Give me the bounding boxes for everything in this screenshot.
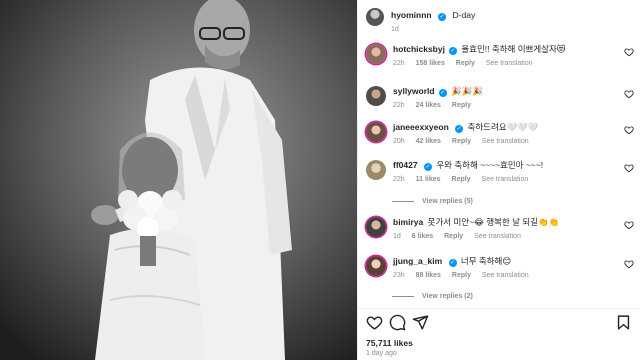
commenter-username[interactable]: syllyworld [393,86,435,96]
like-count[interactable]: 75,711 likes [366,338,413,348]
see-translation-link[interactable]: See translation [482,272,529,279]
bookmark-icon[interactable] [615,314,632,331]
commenter-avatar[interactable] [366,160,386,180]
verified-icon: ✓ [448,259,457,267]
post-date: 1 day ago [366,350,397,357]
heart-icon[interactable] [624,163,634,173]
see-translation-link[interactable]: See translation [474,233,521,240]
share-icon[interactable] [412,314,429,331]
replies-divider [392,296,414,297]
comment-time: 1d [393,233,401,240]
heart-icon[interactable] [624,89,634,99]
post-actions-bar [366,314,632,332]
reply-button[interactable]: Reply [452,138,471,145]
comment-text: 우와 축하해 ~~~~효민아 ~~~! [436,160,544,170]
commenter-username[interactable]: hotchicksbyj [393,44,445,54]
reply-button[interactable]: Reply [456,60,475,67]
view-replies-label: View replies (2) [422,293,473,300]
comment-text: 너무 축하해😊 [460,256,512,266]
heart-icon[interactable] [624,259,634,269]
heart-icon[interactable] [624,125,634,135]
comment-item: jjung_a_kim ✓ 너무 축하해😊 23h 88 likes Reply… [366,256,634,281]
post-photo[interactable] [0,0,357,360]
reply-button[interactable]: Reply [452,176,471,183]
comment-likes[interactable]: 158 likes [416,60,445,67]
comment-item: syllyworld ✓ 🎉🎉🎉 22h 24 likes Reply [366,86,634,111]
comment-text: 율효민!! 축하해 이쁘게살자😻 [461,44,566,54]
commenter-username[interactable]: jjung_a_kim [393,256,442,266]
author-username[interactable]: hyominnn [391,10,432,20]
comment-time: 22h [393,102,405,109]
commenter-avatar[interactable] [366,217,386,237]
comment-likes[interactable]: 11 likes [416,176,441,183]
comment-item: hotchicksbyj ✓ 율효민!! 축하해 이쁘게살자😻 22h 158 l… [366,44,634,69]
heart-icon[interactable] [624,47,634,57]
comment-text: 못가서 미안~😂 행복한 날 되길👏👏 [427,217,560,227]
verified-icon: ✓ [438,89,447,97]
reply-button[interactable]: Reply [444,233,463,240]
commenter-username[interactable]: bimirya [393,217,423,227]
verified-icon: ✓ [455,125,464,133]
comment-likes[interactable]: 24 likes [416,102,441,109]
comments-panel: hyominnn ✓ D-day 1d hotchicksbyj ✓ 율효민!! … [357,0,640,360]
comment-text: 🎉🎉🎉 [450,86,483,96]
commenter-avatar[interactable] [366,44,386,64]
comment-time: 22h [393,60,405,67]
commenter-avatar[interactable] [366,256,386,276]
comment-likes[interactable]: 6 likes [412,233,433,240]
heart-icon[interactable] [624,220,634,230]
comment-time: 22h [393,176,405,183]
comment-text: 축하드려요🤍🤍🤍 [467,122,539,132]
view-replies-button[interactable]: View replies (5) [392,198,473,205]
see-translation-link[interactable]: See translation [482,138,529,145]
post-caption: D-day [452,10,476,20]
heart-icon[interactable] [366,314,383,331]
commenter-avatar[interactable] [366,122,386,142]
reply-button[interactable]: Reply [452,102,471,109]
comment-time: 20h [393,138,405,145]
verified-icon: ✓ [423,163,432,171]
comment-item: ff0427 ✓ 우와 축하해 ~~~~효민아 ~~~! 22h 11 like… [366,160,634,185]
comment-time: 23h [393,272,405,279]
comment-icon[interactable] [389,314,406,331]
post-time: 1d [391,26,399,33]
view-replies-label: View replies (5) [422,198,473,205]
wedding-photo-image [0,0,357,360]
commenter-avatar[interactable] [366,86,386,106]
comment-likes[interactable]: 88 likes [416,272,441,279]
see-translation-link[interactable]: See translation [482,176,529,183]
replies-divider [392,201,414,202]
view-replies-button[interactable]: View replies (2) [392,293,473,300]
comment-item: janeeexxyeon ✓ 축하드려요🤍🤍🤍 20h 42 likes Rep… [366,122,634,147]
see-translation-link[interactable]: See translation [486,60,533,67]
comment-item: bimirya 못가서 미안~😂 행복한 날 되길👏👏 1d 6 likes R… [366,217,634,242]
verified-icon: ✓ [438,13,447,21]
reply-button[interactable]: Reply [452,272,471,279]
post-header: hyominnn ✓ D-day 1d [366,8,475,35]
commenter-username[interactable]: janeeexxyeon [393,122,449,132]
verified-icon: ✓ [448,47,457,55]
actions-divider [358,308,640,309]
commenter-username[interactable]: ff0427 [393,160,418,170]
author-avatar[interactable] [366,8,384,26]
comment-likes[interactable]: 42 likes [416,138,441,145]
